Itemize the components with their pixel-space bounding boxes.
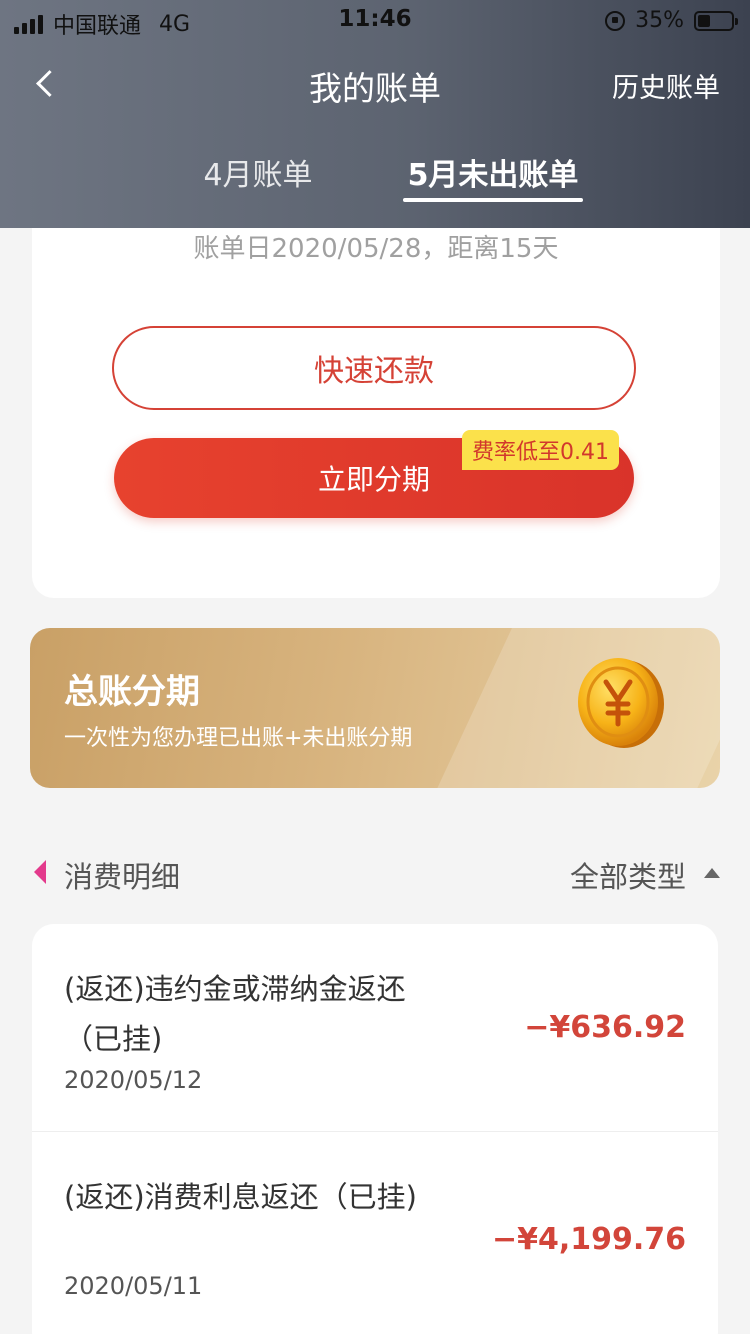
battery-icon xyxy=(694,10,738,31)
rotation-lock-icon xyxy=(605,10,626,31)
banner-highlight xyxy=(409,628,720,788)
consumption-section-header: 消费明细 全部类型 xyxy=(0,846,750,900)
transaction-amount: −¥4,199.76 xyxy=(491,1222,686,1257)
transaction-amount: −¥636.92 xyxy=(524,1010,686,1045)
tab-april-bill[interactable]: 4月账单 xyxy=(198,150,318,194)
banner-subtitle: 一次性为您办理已出账+未出账分期 xyxy=(64,726,413,751)
tab-may-unbilled[interactable]: 5月未出账单 xyxy=(402,150,584,194)
list-item[interactable]: (返还)违约金或滞纳金返还（已挂) 2020/05/12 −¥636.92 xyxy=(32,924,718,1132)
bill-date-text: 账单日2020/05/28，距离15天 xyxy=(193,234,559,264)
transaction-description: (返还)违约金或滞纳金返还（已挂) xyxy=(64,972,406,1056)
active-tab-indicator xyxy=(403,198,583,202)
coin-icon xyxy=(578,658,664,748)
bill-tabs: 4月账单 5月未出账单 xyxy=(0,150,750,210)
battery-percent: 35% xyxy=(635,8,684,33)
transaction-list: (返还)违约金或滞纳金返还（已挂) 2020/05/12 −¥636.92 (返… xyxy=(32,924,718,1334)
section-marker-icon xyxy=(34,860,46,884)
rate-badge: 费率低至0.41 xyxy=(462,430,619,470)
history-bill-link[interactable]: 历史账单 xyxy=(612,66,720,105)
caret-up-icon[interactable] xyxy=(704,868,720,878)
header: 中国联通 4G 11:46 35% 我的账单 历史账单 4月账单 5月未出账单 xyxy=(0,0,750,228)
transaction-date: 2020/05/12 xyxy=(64,1066,203,1094)
type-filter[interactable]: 全部类型 xyxy=(570,854,686,896)
transaction-description: (返还)消费利息返还（已挂) xyxy=(64,1180,417,1214)
transaction-date: 2020/05/11 xyxy=(64,1272,203,1300)
total-installment-banner[interactable]: 总账分期 一次性为您办理已出账+未出账分期 xyxy=(30,628,720,788)
nav-bar: 我的账单 历史账单 xyxy=(0,52,750,116)
banner-title: 总账分期 xyxy=(64,672,200,712)
list-item[interactable]: (返还)消费利息返还（已挂) 2020/05/11 −¥4,199.76 xyxy=(32,1132,718,1334)
bill-card: 账单日2020/05/28，距离15天 快速还款 立即分期 费率低至0.41 xyxy=(32,200,720,598)
status-right: 35% xyxy=(605,8,738,33)
bill-page: 中国联通 4G 11:46 35% 我的账单 历史账单 4月账单 5月未出账单 … xyxy=(0,0,750,1334)
quick-repay-button[interactable]: 快速还款 xyxy=(112,326,636,410)
status-bar: 中国联通 4G 11:46 35% xyxy=(0,0,750,42)
section-title: 消费明细 xyxy=(64,860,181,894)
